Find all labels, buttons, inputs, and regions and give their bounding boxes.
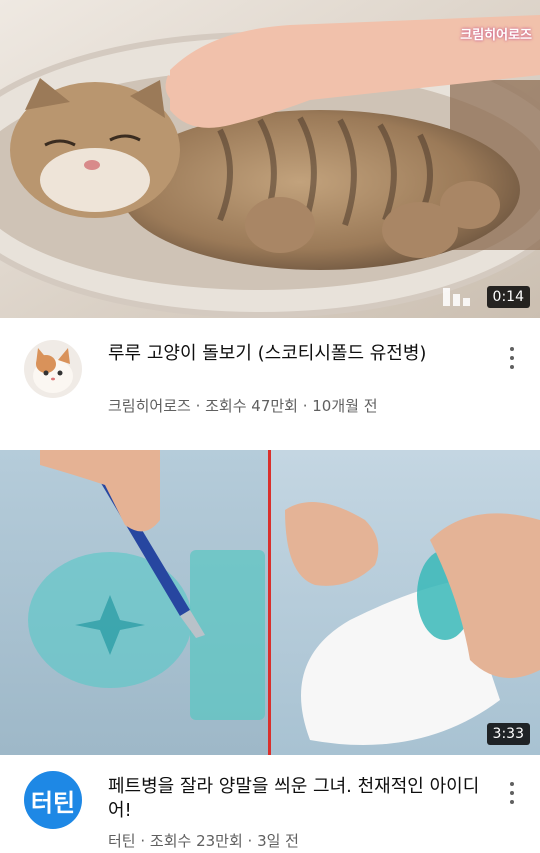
audio-bars-icon [443,288,470,306]
video-channel-meta: 크림히어로즈 · 조회수 47만회 · 10개월 전 [108,397,378,415]
video-title[interactable]: 루루 고양이 돌보기 (스코티시폴드 유전병) [108,342,488,366]
channel-avatar[interactable] [24,340,82,398]
video-duration-badge: 3:33 [486,723,530,745]
split-divider [268,450,271,755]
cat-thumbnail-image [0,0,540,318]
video-duration-badge: 0:14 [486,286,530,308]
video-info-2[interactable]: 터틴 페트병을 잘라 양말을 씌운 그녀. 천재적인 아이디어! 터틴 · 조회… [0,755,540,853]
video-info-1[interactable]: 루루 고양이 돌보기 (스코티시폴드 유전병) 크림히어로즈 · 조회수 47만… [0,318,540,450]
video-thumbnail-1[interactable]: 크림히어로즈 0:14 [0,0,540,318]
video-title[interactable]: 페트병을 잘라 양말을 씌운 그녀. 천재적인 아이디어! [108,775,488,823]
channel-watermark: 크림히어로즈 [460,28,532,43]
more-vertical-icon[interactable] [502,779,522,807]
avatar-text: 터틴 [30,788,76,817]
video-channel-meta: 터틴 · 조회수 23만회 · 3일 전 [108,832,299,850]
more-vertical-icon[interactable] [502,344,522,372]
cat-avatar-icon [24,340,82,398]
channel-avatar[interactable]: 터틴 [24,771,82,829]
video-thumbnail-2[interactable]: 3:33 [0,450,540,755]
